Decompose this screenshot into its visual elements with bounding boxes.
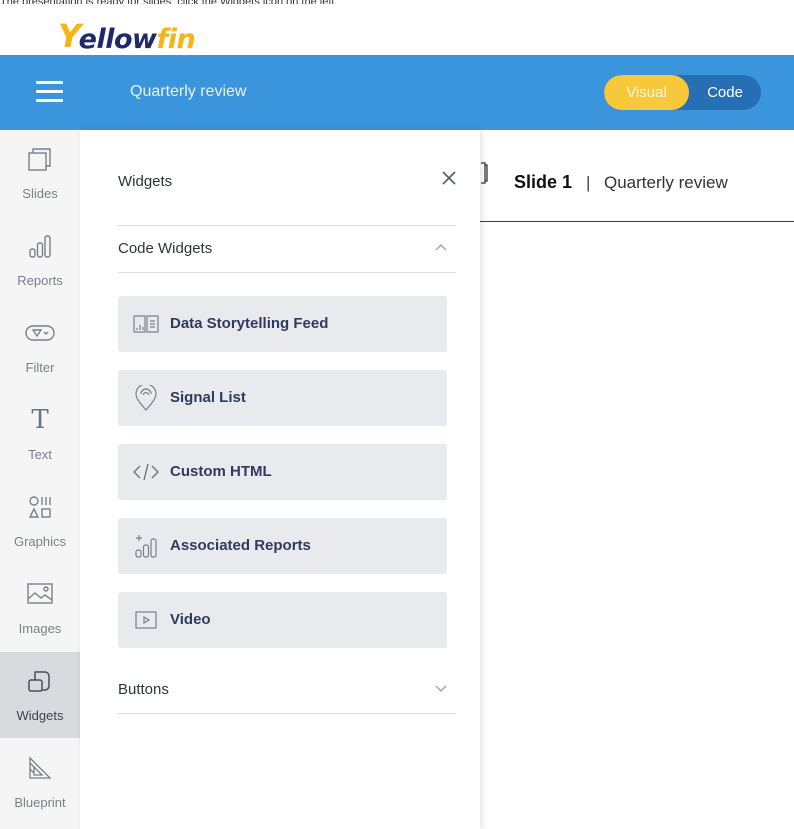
slide-edge-icon (480, 162, 488, 184)
visual-code-toggle[interactable]: Visual Code (604, 75, 761, 110)
widget-data-storytelling-feed[interactable]: Data Storytelling Feed (118, 296, 447, 352)
chevron-down-icon (434, 681, 448, 695)
filter-icon (0, 318, 80, 348)
visual-mode-button[interactable]: Visual (604, 75, 689, 110)
presentation-title: Quarterly review (130, 83, 247, 100)
section-buttons[interactable]: Buttons (118, 667, 456, 714)
widget-associated-reports[interactable]: Associated Reports (118, 518, 447, 574)
widgets-icon (0, 666, 80, 696)
rail-item-widgets[interactable]: Widgets (0, 652, 80, 738)
slide-name: Slide 1 (514, 172, 573, 192)
video-icon (132, 606, 160, 634)
signal-icon (132, 384, 160, 412)
rail-item-slides[interactable]: Slides (0, 130, 80, 216)
associated-reports-icon (132, 532, 160, 560)
graphics-icon (0, 492, 80, 522)
rail-item-images[interactable]: Images (0, 565, 80, 651)
text-icon: T (31, 405, 49, 435)
menu-icon[interactable] (36, 81, 63, 103)
rail-item-reports[interactable]: Reports (0, 217, 80, 303)
left-toolbar: Slides Reports Filter T Text Graphics Im… (0, 130, 81, 829)
slide-header: Slide 1 | Quarterly review (480, 130, 794, 222)
rail-item-filter[interactable]: Filter (0, 304, 80, 390)
panel-title: Widgets (118, 173, 173, 190)
reports-icon (0, 231, 80, 261)
rail-item-graphics[interactable]: Graphics (0, 478, 80, 564)
slide-separator: | (586, 173, 591, 192)
code-icon (132, 458, 160, 486)
widget-custom-html[interactable]: Custom HTML (118, 444, 447, 500)
code-mode-button[interactable]: Code (689, 75, 761, 110)
yellowfin-logo: Yellow fin (58, 17, 196, 55)
chevron-up-icon (434, 240, 448, 254)
widget-video[interactable]: Video (118, 592, 447, 648)
blueprint-icon (0, 753, 80, 783)
widgets-panel: Widgets Code Widgets Data Storytelling F… (80, 130, 480, 829)
app-header: Quarterly review Visual Code (0, 55, 794, 130)
slide-title[interactable]: Quarterly review (604, 173, 728, 193)
widget-signal-list[interactable]: Signal List (118, 370, 447, 426)
logo-bar: Yellow fin (0, 4, 794, 55)
section-code-widgets[interactable]: Code Widgets (118, 225, 456, 273)
close-icon[interactable] (438, 167, 460, 189)
storytelling-feed-icon (132, 310, 160, 338)
slides-icon (0, 144, 80, 174)
images-icon (0, 579, 80, 609)
rail-item-blueprint[interactable]: Blueprint (0, 739, 80, 825)
rail-item-text[interactable]: T Text (0, 391, 80, 477)
